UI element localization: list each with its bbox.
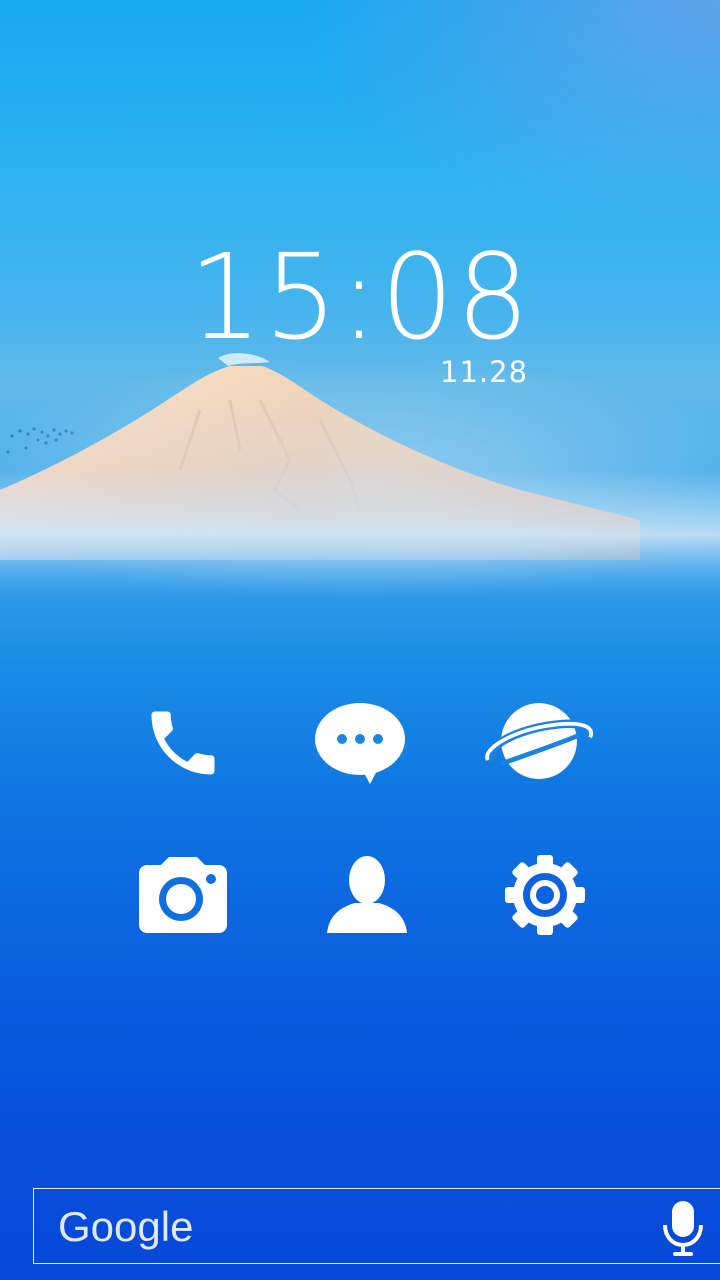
camera-icon (139, 857, 227, 933)
browser-app[interactable] (484, 688, 594, 798)
microphone-icon[interactable] (662, 1201, 704, 1257)
google-search-bar[interactable]: Google (33, 1188, 720, 1264)
clock-time: 15:08 (188, 228, 532, 366)
camera-app[interactable] (128, 840, 238, 950)
messages-app[interactable] (305, 688, 415, 798)
phone-app[interactable] (128, 688, 238, 798)
contacts-icon (327, 856, 407, 933)
clock-date: 11.28 (440, 355, 529, 389)
settings-app[interactable] (490, 840, 600, 950)
browser-planet-icon (485, 703, 594, 780)
phone-icon (151, 711, 215, 775)
message-icon (315, 703, 405, 784)
home-screen: 15:08 11.28 Google (0, 0, 720, 1280)
contacts-app[interactable] (312, 840, 422, 950)
mist-overlay (0, 330, 720, 630)
settings-gear-icon (505, 855, 585, 935)
search-placeholder: Google (58, 1203, 194, 1250)
